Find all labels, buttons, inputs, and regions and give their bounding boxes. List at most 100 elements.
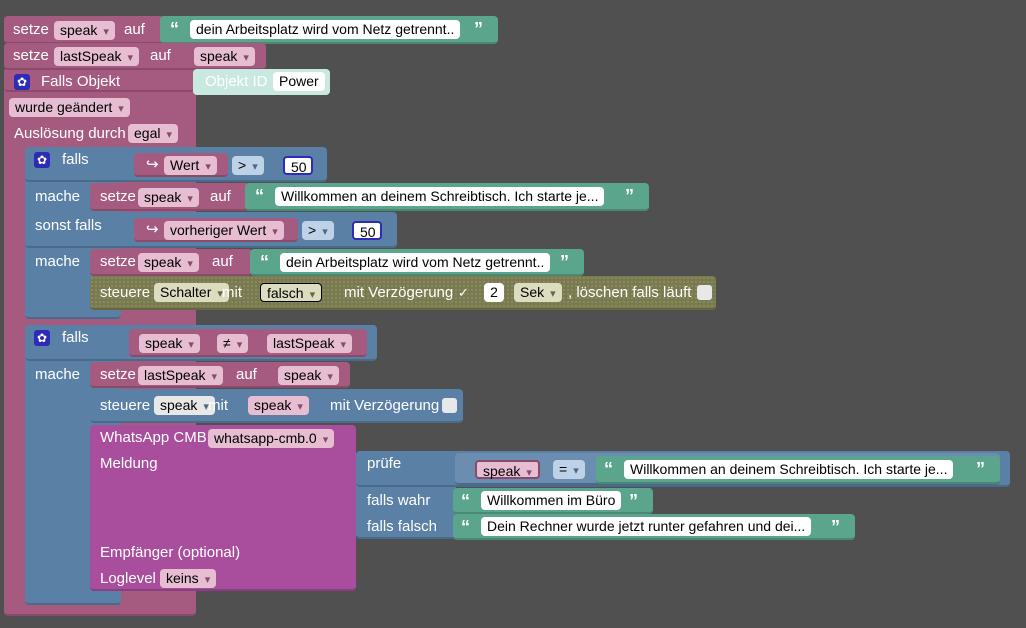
elseif-keyword: sonst falls [35,217,102,234]
text-block[interactable]: “ Willkommen an deinem Schreibtisch. Ich… [596,456,1000,484]
recipient-label: Empfänger (optional) [100,544,241,561]
getter-block[interactable]: ↪ vorheriger Wert [134,218,298,242]
delay-checkbox[interactable]: ✓ [456,285,471,300]
text-block[interactable]: “ dein Arbeitsplatz wird vom Netz getren… [160,16,498,44]
quote-icon: “ [255,186,264,206]
operator-dropdown[interactable]: > [232,156,264,175]
quote-icon: “ [170,19,179,39]
arrow-getter-icon: ↪ [146,221,159,238]
on-keyword: auf [212,253,233,270]
control-keyword: steuere [100,397,151,414]
if-true-label: falls wahr [367,492,431,509]
object-field[interactable]: Schalter [154,283,229,302]
on-keyword: auf [236,366,257,383]
loglevel-dropdown[interactable]: keins [160,569,217,588]
compare-block[interactable]: speak ≠ lastSpeak [129,329,367,357]
quote-icon: ” [831,517,840,537]
object-field[interactable]: speak [154,396,215,415]
delay-checkbox[interactable] [442,398,457,413]
text-field[interactable]: Dein Rechner wurde jetzt runter gefahren… [481,517,812,536]
quote-icon: ” [560,252,569,272]
whatsapp-block[interactable]: WhatsApp CMB whatsapp-cmb.0 Meldung Empf… [90,425,356,591]
value-var-dropdown[interactable]: speak [278,366,339,385]
delay-label: mit Verzögerung [344,284,454,301]
object-id-label: Objekt ID [205,73,268,90]
text-field[interactable]: dein Arbeitsplatz wird vom Netz getrennt… [190,20,461,39]
text-field[interactable]: dein Arbeitsplatz wird vom Netz getrennt… [280,253,551,272]
quote-icon: ” [629,491,638,511]
changed-dropdown[interactable]: wurde geändert [9,98,130,117]
unit-dropdown[interactable]: Sek [514,283,562,302]
whatsapp-title: WhatsApp CMB [100,429,207,446]
left-var-dropdown[interactable]: speak [475,460,540,479]
delay-number[interactable]: 2 [484,283,504,302]
text-field[interactable]: Willkommen an deinem Schreibtisch. Ich s… [624,460,954,479]
set-speak-block[interactable]: setze speak auf [90,249,252,276]
set-keyword: setze [100,366,136,383]
if-false-label: falls falsch [367,518,438,535]
number-field[interactable]: 50 [283,156,313,175]
text-field[interactable]: Willkommen an deinem Schreibtisch. Ich s… [275,187,605,206]
getter-dropdown[interactable]: vorheriger Wert [164,221,284,240]
set-keyword: setze [100,253,136,270]
with-keyword: mit [208,397,228,414]
var-dropdown[interactable]: lastSpeak [54,47,140,66]
gear-icon[interactable]: ✿ [34,330,50,346]
value-dropdown[interactable]: speak [248,396,309,415]
left-var-dropdown[interactable]: speak [139,334,200,353]
object-id-block[interactable]: Objekt ID Power [193,69,330,95]
quote-icon: ” [474,19,483,39]
instance-dropdown[interactable]: whatsapp-cmb.0 [208,429,335,448]
value-dropdown[interactable]: falsch [260,283,323,302]
if-keyword: falls [62,329,89,346]
if-keyword: falls [62,151,89,168]
number-field[interactable]: 50 [352,221,382,240]
set-speak-block[interactable]: setze speak auf [90,183,250,211]
getter-dropdown[interactable]: Wert [164,156,217,175]
object-id-value[interactable]: Power [273,72,325,91]
arrow-getter-icon: ↪ [146,156,159,173]
operator-dropdown[interactable]: > [302,221,334,240]
do-keyword: mache [35,366,81,383]
clear-label: , löschen falls läuft [568,284,692,301]
text-field[interactable]: Willkommen im Büro [481,491,622,510]
text-block[interactable]: “ Dein Rechner wurde jetzt runter gefahr… [453,514,855,540]
right-var-dropdown[interactable]: lastSpeak [267,334,353,353]
quote-icon: ” [625,186,634,206]
quote-icon: ” [976,459,985,479]
var-dropdown[interactable]: speak [138,253,199,272]
operator-dropdown[interactable]: ≠ [217,334,249,353]
operator-dropdown[interactable]: = [553,460,585,479]
on-keyword: auf [210,188,231,205]
control-block[interactable]: steuere Schalter mit falsch mit Verzöger… [90,276,716,310]
trigger-label: Auslösung durch [14,125,126,142]
on-keyword: auf [150,47,171,64]
gear-icon[interactable]: ✿ [34,152,50,168]
control-keyword: steuere [100,284,151,301]
delay-label: mit Verzögerung [330,397,440,414]
set-lastspeak-block[interactable]: setze lastSpeak auf speak [90,362,350,388]
set-keyword: setze [13,47,49,64]
set-lastspeak-block[interactable]: setze lastSpeak auf speak [4,43,266,70]
set-keyword: setze [100,188,136,205]
with-keyword: mit [222,284,242,301]
var-dropdown[interactable]: speak [54,21,115,40]
getter-block[interactable]: ↪ Wert [134,153,228,177]
gear-icon[interactable]: ✿ [14,74,30,90]
value-var-dropdown[interactable]: speak [194,47,255,66]
clear-checkbox[interactable] [697,285,712,300]
quote-icon: “ [604,459,613,479]
trigger-title: Falls Objekt [41,73,121,90]
set-speak-block[interactable]: setze speak auf [4,16,164,44]
loglevel-label: Loglevel [100,570,156,587]
trigger-dropdown[interactable]: egal [128,124,178,143]
text-block[interactable]: “ Willkommen an deinem Schreibtisch. Ich… [245,183,649,211]
set-keyword: setze [13,21,49,38]
var-dropdown[interactable]: speak [138,188,199,207]
var-dropdown[interactable]: lastSpeak [138,366,224,385]
quote-icon: “ [461,517,470,537]
do-keyword: mache [35,253,81,270]
text-block[interactable]: “ dein Arbeitsplatz wird vom Netz getren… [250,249,584,276]
text-block[interactable]: “ Willkommen im Büro ” [453,488,653,514]
control-block[interactable]: steuere speak mit speak mit Verzögerung [90,389,463,423]
